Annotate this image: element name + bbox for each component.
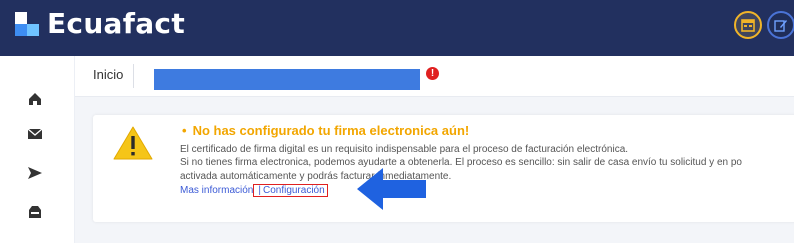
alert-title: • No has configurado tu firma electronica…	[182, 123, 469, 138]
inbox-icon[interactable]	[27, 204, 43, 220]
edit-button[interactable]	[767, 11, 794, 39]
mail-icon[interactable]	[27, 126, 43, 142]
main-content: Inicio ! • No has configurado tu firma el…	[75, 56, 794, 243]
configuration-link[interactable]: | Configuración	[253, 184, 328, 197]
warning-icon	[113, 126, 153, 160]
breadcrumb: Inicio !	[75, 56, 794, 97]
more-info-link[interactable]: Mas información	[180, 185, 253, 196]
link-separator: |	[258, 185, 261, 196]
alert-links: Mas información | Configuración	[180, 184, 328, 197]
logo[interactable]: Ecuafact	[13, 7, 185, 40]
ecuafact-logo-icon	[15, 11, 39, 36]
breadcrumb-divider	[133, 64, 134, 88]
configuration-link-label: Configuración	[262, 185, 325, 196]
top-bar: Ecuafact	[0, 0, 794, 56]
alert-bullet: •	[182, 123, 187, 138]
brand-name: Ecuafact	[47, 7, 186, 40]
sidebar	[0, 56, 75, 243]
calendar-button[interactable]	[734, 11, 762, 39]
home-icon[interactable]	[27, 91, 43, 107]
annotation-arrow-icon	[357, 168, 426, 210]
error-badge[interactable]: !	[426, 67, 439, 80]
alert-text-line-2: Si no tienes firma electronica, podemos …	[180, 157, 742, 168]
calendar-icon	[741, 19, 755, 32]
signature-alert-card: • No has configurado tu firma electronica…	[93, 115, 794, 222]
alert-text-line-1: El certificado de firma digital es un re…	[180, 144, 629, 155]
redacted-highlight	[154, 69, 420, 90]
send-icon[interactable]	[27, 165, 43, 181]
alert-title-text: No has configurado tu firma electronica …	[192, 123, 470, 138]
edit-icon	[774, 20, 787, 32]
breadcrumb-home[interactable]: Inicio	[93, 67, 123, 82]
